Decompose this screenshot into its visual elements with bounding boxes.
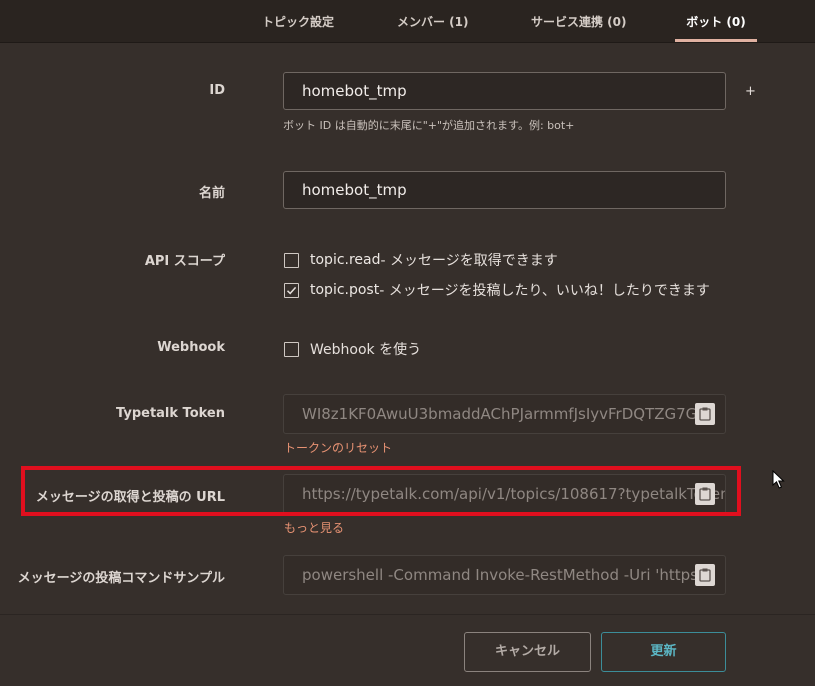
token-field[interactable]: WI8z1KF0AwuU3bmaddAChPJarmmfJsIyvFrDQTZG… — [283, 394, 726, 434]
token-value: WI8z1KF0AwuU3bmaddAChPJarmmfJsIyvFrDQTZG… — [302, 405, 707, 423]
id-label: ID — [209, 83, 225, 98]
tab-bar: トピック設定 メンバー (1) サービス連携 (0) ボット (0) — [0, 0, 815, 43]
scope-post-name: topic.post — [310, 282, 380, 298]
id-suffix: + — [745, 84, 756, 99]
scope-post-desc: - メッセージを投稿したり、いいね！したりできます — [379, 283, 710, 299]
scope-read-checkbox[interactable] — [284, 252, 299, 268]
token-reset-link[interactable]: トークンのリセット — [284, 439, 392, 456]
command-sample-field[interactable]: powershell -Command Invoke-RestMethod -U… — [283, 555, 726, 595]
webhook-option[interactable]: Webhook を使う — [284, 339, 421, 359]
webhook-option-label: Webhook を使う — [310, 342, 422, 358]
bot-id-input[interactable] — [283, 72, 726, 110]
webhook-checkbox[interactable] — [284, 341, 299, 357]
scope-post-checkbox[interactable] — [284, 282, 299, 298]
bot-name-input[interactable] — [283, 171, 726, 209]
tab-members[interactable]: メンバー (1) — [397, 0, 469, 42]
mouse-pointer-icon — [772, 470, 785, 489]
tab-topic-settings[interactable]: トピック設定 — [262, 0, 334, 42]
command-sample-label: メッセージの投稿コマンドサンプル — [17, 571, 225, 586]
cancel-button[interactable]: キャンセル — [464, 632, 591, 672]
url-more-link[interactable]: もっと見る — [284, 519, 344, 536]
id-hint: ボット ID は自動的に末尾に"+"が追加されます。例: bot+ — [283, 119, 575, 132]
scope-read-option[interactable]: topic.read - メッセージを取得できます — [284, 250, 558, 270]
tab-service-integration[interactable]: サービス連携 (0) — [531, 0, 627, 42]
clipboard-icon — [699, 568, 711, 582]
copy-token-button[interactable] — [695, 403, 715, 425]
command-sample-value: powershell -Command Invoke-RestMethod -U… — [302, 566, 714, 584]
token-label: Typetalk Token — [116, 406, 225, 421]
update-button[interactable]: 更新 — [601, 632, 726, 672]
api-scope-label: API スコープ — [144, 254, 225, 269]
copy-command-button[interactable] — [695, 564, 715, 586]
webhook-label: Webhook — [157, 340, 225, 355]
checkmark-icon — [286, 286, 297, 294]
tab-bots[interactable]: ボット (0) — [675, 0, 757, 42]
scope-read-name: topic.read — [310, 252, 381, 268]
scope-post-option[interactable]: topic.post - メッセージを投稿したり、いいね！したりできます — [284, 280, 710, 300]
scope-read-desc: - メッセージを取得できます — [380, 253, 558, 269]
clipboard-icon — [699, 407, 711, 421]
name-label: 名前 — [198, 186, 225, 201]
footer-divider — [0, 614, 815, 615]
highlight-box — [21, 466, 741, 516]
